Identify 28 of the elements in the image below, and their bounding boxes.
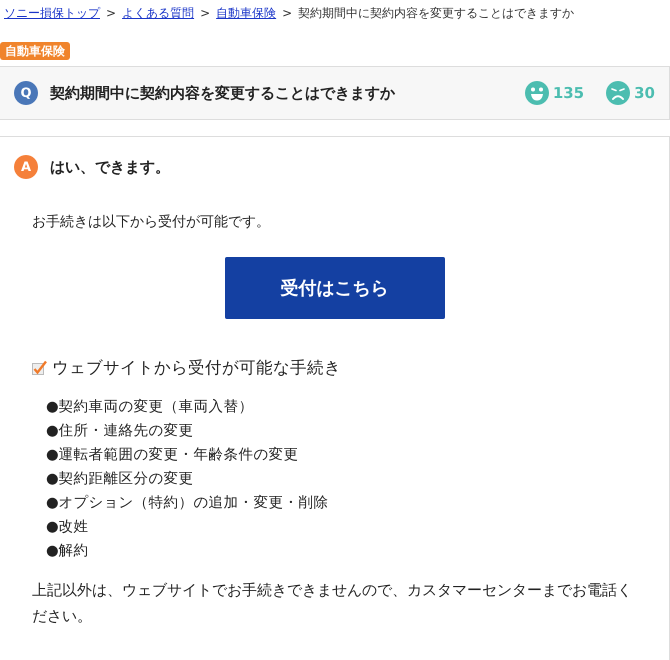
- breadcrumb-separator: >: [282, 6, 292, 20]
- procedure-item: ●住所・連絡先の変更: [46, 422, 195, 441]
- procedure-item: ●運転者範囲の変更・年齢条件の変更: [46, 446, 300, 465]
- apply-button[interactable]: 受付はこちら: [224, 257, 444, 319]
- answer-badge: A: [14, 155, 38, 179]
- note-text: 上記以外は、ウェブサイトでお手続きできませんので、カスタマーセンターまでお電話ください。: [32, 580, 633, 627]
- procedure-item: ●契約距離区分の変更: [46, 470, 195, 489]
- breadcrumb-link[interactable]: ソニー損保トップ: [4, 4, 100, 22]
- breadcrumb-link[interactable]: 自動車保険: [216, 4, 276, 22]
- intro-text: お手続きは以下から受付が可能です。: [32, 213, 271, 231]
- procedure-item: ●改姓: [46, 518, 90, 537]
- breadcrumb-current: 契約期間中に契約内容を変更することはできますか: [298, 4, 574, 22]
- checkmark-icon: [32, 360, 48, 376]
- procedure-item: ●オプション（特約）の追加・変更・削除: [46, 494, 330, 513]
- section-title: ウェブサイトから受付が可能な手続き: [52, 357, 341, 379]
- sad-face-icon[interactable]: [606, 81, 630, 105]
- answer-headline: はい、できます。: [50, 158, 170, 176]
- procedure-item: ●契約車両の変更（車両入替）: [46, 398, 255, 417]
- procedure-item: ●解約: [46, 542, 90, 561]
- breadcrumb-separator: >: [106, 6, 116, 20]
- helpful-count: 135: [552, 84, 584, 102]
- unhelpful-count: 30: [634, 84, 655, 102]
- breadcrumb-separator: >: [200, 6, 210, 20]
- question-title: 契約期間中に契約内容を変更することはできますか: [50, 84, 396, 102]
- breadcrumb-link[interactable]: よくある質問: [122, 4, 194, 22]
- category-tag: 自動車保険: [0, 42, 70, 60]
- question-badge: Q: [14, 81, 38, 105]
- smiley-face-icon[interactable]: [524, 81, 549, 105]
